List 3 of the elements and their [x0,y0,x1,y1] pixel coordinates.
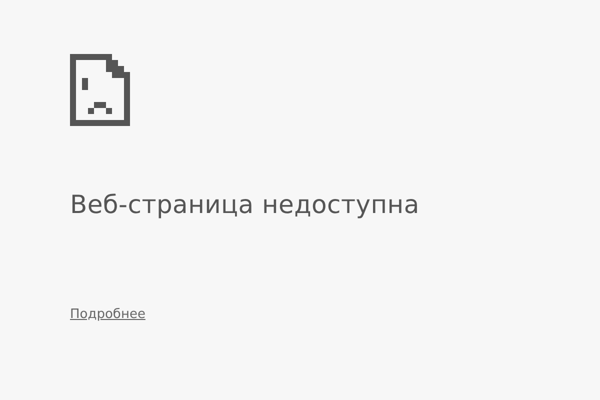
sad-page-icon [70,54,130,126]
error-heading: Веб-страница недоступна [70,190,420,219]
details-link[interactable]: Подробнее [70,307,146,322]
